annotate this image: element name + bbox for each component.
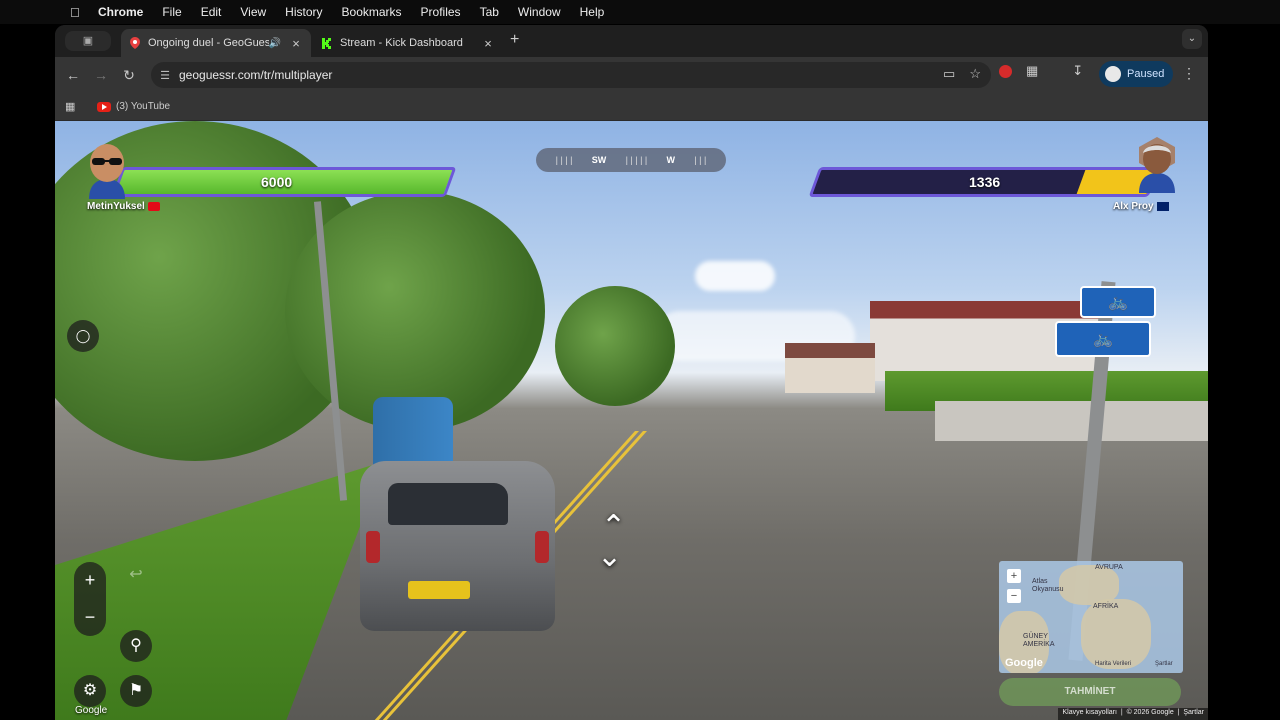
australia-flag-icon [1156,201,1169,211]
tree [555,286,675,406]
avatar [85,141,129,199]
macos-menubar:  Chrome File Edit View History Bookmark… [0,0,1280,24]
tab-title: Ongoing duel - GeoGuessr [148,37,269,49]
cast-icon[interactable]: ▭ [943,66,955,82]
menu-profiles[interactable]: Profiles [421,5,461,19]
tab-kick-dashboard[interactable]: Stream - Kick Dashboard × [313,29,503,57]
apple-icon[interactable]:  [70,5,84,20]
terms-link[interactable]: Şartlar [1183,709,1204,716]
youtube-icon [97,101,111,112]
move-back-icon[interactable]: ⌄ [597,539,622,574]
forward-icon[interactable]: → [87,67,115,83]
map-terms-link[interactable]: Şartlar [1155,661,1173,667]
avatar [1105,66,1121,82]
back-icon[interactable]: ← [59,67,87,83]
bookmarks-bar: ▦ (3) YouTube [55,93,1208,121]
player-right-name: Alx Proy [1113,201,1169,212]
tab-geoguessr[interactable]: Ongoing duel - GeoGuessr 🔊 × [121,29,311,57]
zoom-out-icon[interactable]: − [74,599,106,636]
menu-tab[interactable]: Tab [480,5,499,19]
geoguessr-pin-icon [129,37,141,49]
camera-report-icon[interactable]: ◯ [67,320,99,352]
wall [935,401,1208,441]
guess-minimap[interactable]: + − AVRUPA Atlas Okyanusu AFRİKA GÜNEY A… [999,561,1183,673]
street-view[interactable]: 🚲 🚲 ⌃ ⌄ 6000 MetinYuksel | | | | SW | | … [55,121,1208,720]
tab-strip: ▣ Ongoing duel - GeoGuessr 🔊 × Stream - … [55,25,1208,57]
settings-gear-icon[interactable]: ⚙ [74,675,106,707]
tab-search-icon[interactable]: ▣ [65,31,111,51]
profile-paused-button[interactable]: Paused [1099,61,1173,87]
menu-bookmarks[interactable]: Bookmarks [342,5,402,19]
zoom-controls: + − [74,562,106,636]
browser-toolbar: ← → ↻ ☰ geoguessr.com/tr/multiplayer ▭ ☆… [55,57,1208,93]
tab-list-chevron-icon[interactable]: ⌄ [1182,29,1202,49]
health-left-value: 6000 [261,174,293,190]
tab-title: Stream - Kick Dashboard [340,37,463,49]
turkey-flag-icon [147,201,160,211]
compass: | | | | SW | | | | | W | | | [536,148,726,172]
reload-icon[interactable]: ↻ [115,67,143,84]
new-tab-icon[interactable]: + [510,31,519,49]
menu-edit[interactable]: Edit [201,5,222,19]
attribution-bar: Klavye kısayolları | © 2026 Google | Şar… [1058,708,1208,720]
shortcuts-link[interactable]: Klavye kısayolları [1062,709,1116,716]
flag-icon[interactable]: ⚑ [120,675,152,707]
health-right-value: 1336 [969,174,1001,190]
compass-sw: SW [591,155,607,165]
map-label: Atlas Okyanusu [1032,578,1064,593]
menu-app-chrome[interactable]: Chrome [98,5,143,19]
profile-status: Paused [1127,68,1165,80]
bike-sign-icon: 🚲 [1080,286,1156,318]
address-bar[interactable]: ☰ geoguessr.com/tr/multiplayer ▭ ☆ [151,62,991,88]
map-zoom-in-icon[interactable]: + [1007,569,1021,583]
map-label: GÜNEY AMERİKA [1023,633,1055,648]
player-left-name: MetinYuksel [87,201,160,212]
guess-button[interactable]: TAHMİNET [999,678,1181,706]
menu-view[interactable]: View [240,5,266,19]
zoom-in-icon[interactable]: + [74,562,106,599]
menu-window[interactable]: Window [518,5,561,19]
extensions-puzzle-icon[interactable]: ▦ [1026,63,1038,79]
menu-kebab-icon[interactable]: ⋮ [1182,65,1196,82]
map-zoom-out-icon[interactable]: − [1007,589,1021,603]
menu-history[interactable]: History [285,5,322,19]
copyright-text: © 2026 Google [1126,709,1174,716]
speaker-icon[interactable]: 🔊 [269,38,281,49]
cloud [695,261,775,291]
site-info-icon[interactable]: ☰ [151,69,179,82]
extension-red-icon[interactable] [999,64,1012,78]
google-logo: Google [1005,657,1043,669]
avatar [1135,135,1179,193]
star-icon[interactable]: ☆ [969,66,981,82]
map-label: AFRİKA [1093,603,1119,610]
undo-move-icon[interactable]: ↩ [120,559,152,591]
parked-car [360,461,555,631]
bookmark-youtube[interactable]: (3) YouTube [116,101,170,112]
url-text: geoguessr.com/tr/multiplayer [179,68,333,82]
map-label: AVRUPA [1095,564,1123,571]
compass-w: W [666,155,676,165]
close-tab-icon[interactable]: × [289,36,303,51]
close-tab-icon[interactable]: × [481,36,495,51]
return-to-start-icon[interactable]: ⚲ [120,630,152,662]
house [785,343,875,393]
menu-help[interactable]: Help [580,5,605,19]
map-data-label[interactable]: Harita Verileri [1095,661,1131,667]
menu-file[interactable]: File [162,5,181,19]
browser-window: ▣ Ongoing duel - GeoGuessr 🔊 × Stream - … [55,25,1208,720]
bike-sign-icon: 🚲 [1055,321,1151,357]
download-icon[interactable]: ↧ [1072,63,1083,79]
kick-logo-icon [321,37,333,49]
google-logo: Google [75,705,108,716]
apps-grid-icon[interactable]: ▦ [65,100,77,113]
